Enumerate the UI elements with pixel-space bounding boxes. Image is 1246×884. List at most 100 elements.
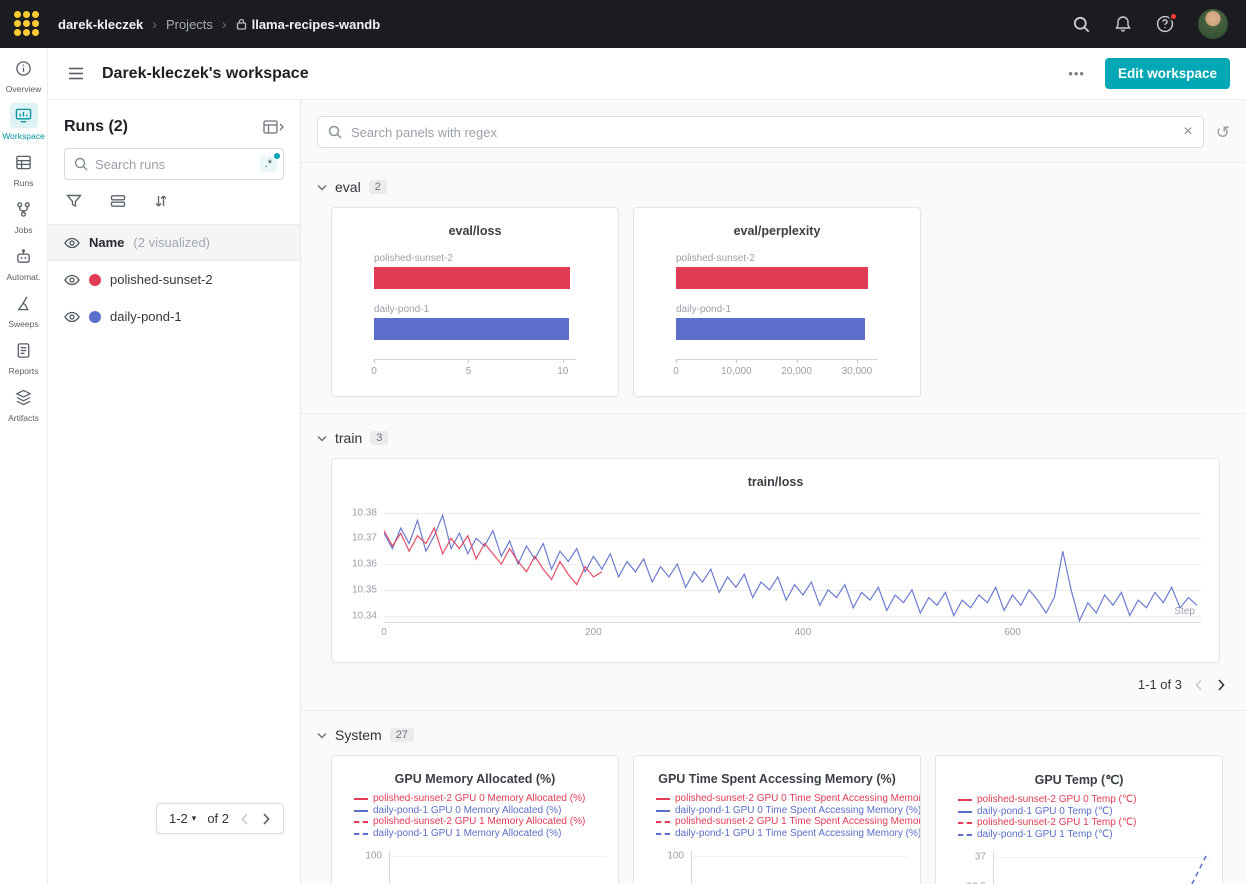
legend-label: daily-pond-1 GPU 1 Temp (℃) bbox=[977, 829, 1113, 840]
y-tick-label: 10.36 bbox=[352, 559, 377, 570]
y-tick-label: 100 bbox=[342, 851, 382, 862]
tick-mark bbox=[374, 359, 375, 363]
rail-item-automations[interactable]: Automat. bbox=[0, 244, 48, 282]
visibility-eye-icon[interactable] bbox=[64, 274, 80, 286]
workspace-title: Darek-kleczek's workspace bbox=[102, 65, 309, 83]
legend-item: polished-sunset-2 GPU 0 Time Spent Acces… bbox=[656, 793, 920, 805]
x-tick-label: 200 bbox=[585, 627, 602, 638]
panel-gpu-temp[interactable]: GPU Temp (℃) polished-sunset-2 GPU 0 Temp… bbox=[935, 755, 1223, 884]
legend-item: daily-pond-1 GPU 1 Temp (℃) bbox=[958, 829, 1222, 841]
y-axis-line bbox=[389, 851, 390, 884]
section-label: train bbox=[335, 430, 362, 446]
visibility-eye-icon[interactable] bbox=[64, 311, 80, 323]
section-train-header[interactable]: train 3 bbox=[317, 424, 1230, 458]
expand-runs-table-icon[interactable] bbox=[263, 120, 284, 134]
visibility-eye-icon[interactable] bbox=[64, 237, 80, 249]
run-color-dot bbox=[89, 274, 101, 286]
rail-item-reports[interactable]: Reports bbox=[0, 338, 48, 376]
x-tick-label: 10,000 bbox=[721, 366, 752, 377]
bar-plot: polished-sunset-2daily-pond-1010,00020,0… bbox=[676, 253, 878, 381]
x-tick-label: 10 bbox=[557, 366, 568, 377]
legend-label: daily-pond-1 GPU 0 Time Spent Accessing … bbox=[675, 805, 920, 816]
prev-page-button[interactable] bbox=[240, 813, 250, 825]
rail-label: Workspace bbox=[2, 131, 44, 141]
breadcrumb-projects[interactable]: Projects bbox=[166, 17, 213, 32]
breadcrumb-project[interactable]: llama-recipes-wandb bbox=[236, 17, 381, 32]
filter-funnel-icon[interactable] bbox=[66, 194, 82, 208]
dashed-line-fragment bbox=[1154, 850, 1212, 884]
panel-gpu-time[interactable]: GPU Time Spent Accessing Memory (%)polis… bbox=[633, 755, 921, 884]
notifications-bell-icon[interactable] bbox=[1114, 15, 1132, 33]
group-rows-icon[interactable] bbox=[110, 194, 126, 208]
x-tick-label: 0 bbox=[673, 366, 679, 377]
panel-train-loss[interactable]: train/loss10.3410.3510.3610.3710.3802004… bbox=[331, 458, 1220, 663]
legend-label: polished-sunset-2 GPU 1 Memory Allocated… bbox=[373, 816, 585, 827]
workspace-icon bbox=[10, 103, 38, 128]
bar bbox=[374, 318, 569, 340]
legend-line-icon bbox=[656, 833, 670, 835]
plot-stub: 3736.5 bbox=[936, 850, 1222, 884]
search-icon[interactable] bbox=[1073, 16, 1090, 33]
lock-icon bbox=[236, 18, 247, 30]
legend-item: daily-pond-1 GPU 1 Memory Allocated (%) bbox=[354, 828, 618, 840]
line-plot: 10.3410.3510.3610.3710.380200400600Step bbox=[384, 501, 1201, 623]
rail-item-runs[interactable]: Runs bbox=[0, 150, 48, 188]
chart-title: GPU Memory Allocated (%) bbox=[332, 756, 618, 786]
rail-label: Reports bbox=[9, 366, 39, 376]
legend-line-icon bbox=[958, 822, 972, 824]
page-total-label: of 2 bbox=[207, 811, 229, 826]
legend-line-icon bbox=[354, 821, 368, 823]
rail-item-overview[interactable]: Overview bbox=[0, 56, 48, 94]
next-panel-page-button[interactable] bbox=[1216, 679, 1226, 691]
panel-gpu-memory[interactable]: GPU Memory Allocated (%) polished-sunset-… bbox=[331, 755, 619, 884]
run-row-daily-pond-1[interactable]: daily-pond-1 bbox=[48, 298, 300, 335]
run-row-polished-sunset-2[interactable]: polished-sunset-2 bbox=[48, 261, 300, 298]
runs-name-column-header[interactable]: Name (2 visualized) bbox=[48, 224, 300, 261]
more-options-icon[interactable]: ••• bbox=[1060, 62, 1093, 85]
wandb-logo[interactable] bbox=[14, 11, 40, 37]
legend-label: polished-sunset-2 GPU 1 Temp (℃) bbox=[977, 817, 1136, 828]
rail-item-sweeps[interactable]: Sweeps bbox=[0, 291, 48, 329]
rail-item-jobs[interactable]: Jobs bbox=[0, 197, 48, 235]
panel-search-box[interactable]: × bbox=[317, 116, 1204, 148]
page-size-dropdown[interactable]: 1-2 ▾ bbox=[169, 811, 196, 826]
run-name: daily-pond-1 bbox=[110, 309, 182, 324]
help-icon[interactable] bbox=[1156, 15, 1174, 33]
runs-search-input[interactable] bbox=[95, 157, 253, 172]
runs-search-box[interactable]: .* bbox=[64, 148, 284, 180]
edit-workspace-button[interactable]: Edit workspace bbox=[1105, 58, 1230, 89]
panel-search-input[interactable] bbox=[351, 125, 1174, 140]
hamburger-menu-icon[interactable] bbox=[64, 63, 88, 84]
section-system: System 27 GPU Memory Allocated (%) polish… bbox=[301, 710, 1246, 884]
next-page-button[interactable] bbox=[261, 813, 271, 825]
section-eval-header[interactable]: eval 2 bbox=[317, 173, 1230, 207]
runs-table-icon bbox=[10, 150, 38, 175]
history-undo-icon[interactable]: ↺ bbox=[1216, 124, 1230, 141]
section-system-header[interactable]: System 27 bbox=[317, 721, 1230, 755]
legend-line-icon bbox=[354, 798, 368, 800]
train-panels-pagination: 1-1 of 3 bbox=[317, 663, 1230, 694]
user-avatar[interactable] bbox=[1198, 9, 1228, 39]
regex-toggle-button[interactable]: .* bbox=[260, 156, 277, 172]
chart-title: GPU Temp (℃) bbox=[936, 756, 1222, 787]
legend-label: polished-sunset-2 GPU 0 Time Spent Acces… bbox=[675, 793, 920, 804]
panel-eval-perplexity[interactable]: eval/perplexitypolished-sunset-2daily-po… bbox=[633, 207, 921, 397]
sort-icon[interactable] bbox=[154, 194, 168, 208]
legend-label: polished-sunset-2 GPU 0 Temp (℃) bbox=[977, 794, 1136, 805]
breadcrumb-user[interactable]: darek-kleczek bbox=[58, 17, 143, 32]
bar-run-label: daily-pond-1 bbox=[374, 304, 576, 315]
legend-item: polished-sunset-2 GPU 1 Temp (℃) bbox=[958, 817, 1222, 829]
reports-document-icon bbox=[10, 338, 38, 363]
prev-panel-page-button[interactable] bbox=[1194, 679, 1204, 691]
section-count-badge: 27 bbox=[390, 728, 414, 742]
clear-search-icon[interactable]: × bbox=[1183, 124, 1192, 140]
panel-eval-loss[interactable]: eval/losspolished-sunset-2daily-pond-105… bbox=[331, 207, 619, 397]
chevron-down-icon bbox=[317, 435, 327, 442]
rail-item-workspace[interactable]: Workspace bbox=[0, 103, 48, 141]
section-label: System bbox=[335, 727, 382, 743]
sweeps-broom-icon bbox=[10, 291, 38, 316]
bar bbox=[676, 318, 865, 340]
tick-mark bbox=[468, 359, 469, 363]
y-axis-line bbox=[691, 851, 692, 884]
rail-item-artifacts[interactable]: Artifacts bbox=[0, 385, 48, 423]
